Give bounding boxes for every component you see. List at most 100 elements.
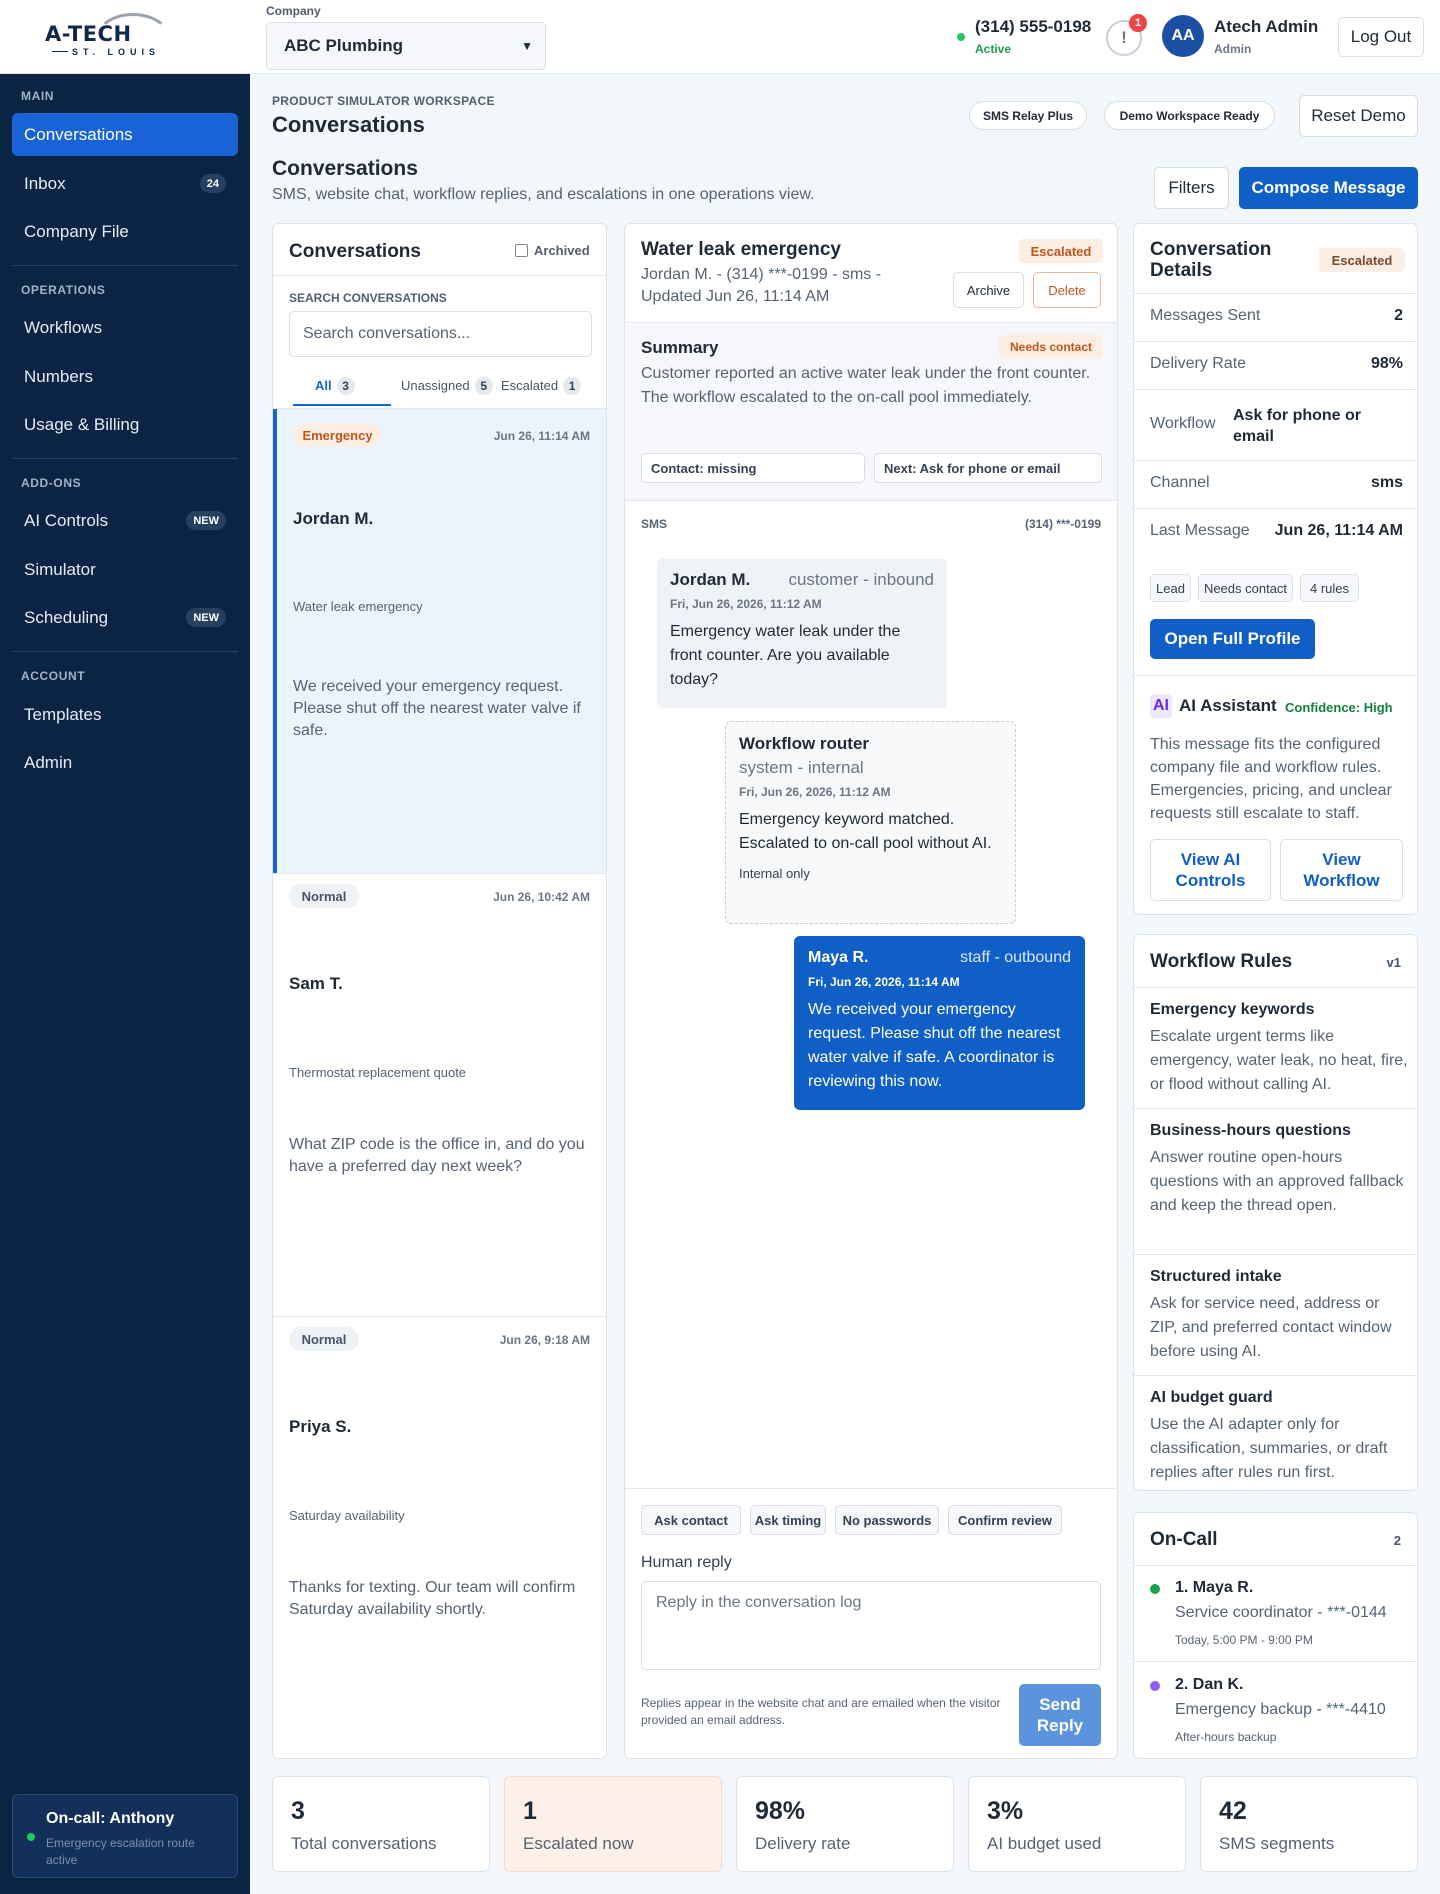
oncall-title: On-call: Anthony <box>46 1810 175 1827</box>
archive-button[interactable]: Archive <box>953 272 1024 308</box>
logout-button[interactable]: Log Out <box>1338 17 1424 57</box>
nav-section-main: MAIN <box>21 89 55 103</box>
sidebar-item-numbers[interactable]: Numbers <box>12 355 238 398</box>
logo-subtext: ST. LOUIS <box>72 47 161 57</box>
message-outbound: Maya R. staff - outbound Fri, Jun 26, 202… <box>794 936 1085 1110</box>
thread-title: Water leak emergency <box>641 239 841 260</box>
detail-row-delivery: Delivery Rate 98% <box>1134 342 1417 390</box>
details-status-badge: Escalated <box>1319 248 1405 272</box>
section-subtitle: SMS, website chat, workflow replies, and… <box>272 186 815 203</box>
stat-label: Total conversations <box>291 1834 437 1853</box>
priority-badge: Normal <box>289 884 359 908</box>
message-internal: Workflow router system - internal Fri, J… <box>725 721 1016 924</box>
delete-button[interactable]: Delete <box>1033 272 1101 308</box>
channel-label: SMS <box>641 517 668 531</box>
sidebar-item-templates[interactable]: Templates <box>12 693 238 736</box>
sidebar-item-company-file[interactable]: Company File <box>12 210 238 253</box>
list-item-preview: We received your emergency request. Plea… <box>293 678 581 739</box>
quick-reply-ask-contact[interactable]: Ask contact <box>641 1505 741 1535</box>
view-ai-controls-button[interactable]: View AI Controls <box>1150 839 1271 901</box>
message-sender: Jordan M. <box>670 570 751 589</box>
line-status-text: Active <box>975 42 1012 56</box>
demo-status-pill: Demo Workspace Ready <box>1104 101 1275 130</box>
oncall-person-time: Today, 5:00 PM - 9:00 PM <box>1175 1633 1313 1647</box>
list-item[interactable]: Normal Jun 26, 10:42 AM Sam T. Thermosta… <box>273 874 606 1316</box>
message-text: We received your emergency request. Plea… <box>808 1001 1061 1090</box>
list-item-preview: What ZIP code is the office in, and do y… <box>289 1136 585 1175</box>
message-text: Emergency water leak under the front cou… <box>670 623 901 688</box>
company-select[interactable]: ABC Plumbing ▼ <box>266 22 546 70</box>
oncall-count: 2 <box>1393 1533 1401 1548</box>
rules-title: Workflow Rules <box>1150 951 1293 972</box>
sidebar-item-workflows[interactable]: Workflows <box>12 306 238 349</box>
message-meta: system - internal <box>739 758 864 777</box>
line-phone-number: (314) 555-0198 <box>975 17 1092 36</box>
open-full-profile-button[interactable]: Open Full Profile <box>1150 619 1315 659</box>
stat-label: Escalated now <box>523 1834 634 1853</box>
quick-reply-no-passwords[interactable]: No passwords <box>835 1505 939 1535</box>
sidebar-item-ai-controls[interactable]: AI Controls NEW <box>12 499 238 542</box>
oncall-status-card: On-call: Anthony Emergency escalation ro… <box>12 1794 238 1878</box>
detail-value: 98% <box>1370 355 1403 372</box>
send-reply-button[interactable]: Send Reply <box>1019 1684 1101 1746</box>
nav-section-operations: OPERATIONS <box>21 283 106 297</box>
avatar[interactable]: AA <box>1162 15 1204 57</box>
conversation-details-panel: Conversation Details Escalated Messages … <box>1133 223 1418 915</box>
oncall-person-role: Service coordinator - ***-0144 <box>1175 1604 1387 1621</box>
details-title: Conversation Details <box>1150 239 1272 281</box>
list-item-name: Priya S. <box>289 1417 352 1436</box>
message-date: Fri, Jun 26, 2026, 11:12 AM <box>739 785 891 799</box>
reply-label: Human reply <box>641 1554 732 1571</box>
sidebar-item-conversations[interactable]: Conversations <box>12 113 238 156</box>
company-select-value: ABC Plumbing <box>284 36 403 55</box>
list-item[interactable]: Normal Jun 26, 9:18 AM Priya S. Saturday… <box>273 1317 606 1758</box>
sidebar: A-TECH ST. LOUIS MAIN Conversations Inbo… <box>0 0 250 1894</box>
nav-divider <box>12 458 238 459</box>
stat-value: 98% <box>755 1797 806 1825</box>
filters-button[interactable]: Filters <box>1154 167 1229 209</box>
oncall-person-time: After-hours backup <box>1175 1730 1277 1744</box>
sidebar-item-inbox[interactable]: Inbox 24 <box>12 162 238 205</box>
list-item-name: Jordan M. <box>293 509 374 528</box>
tab-escalated[interactable]: Escalated 1 <box>501 377 601 406</box>
tab-unassigned[interactable]: Unassigned 5 <box>391 377 501 406</box>
top-bar: Company ABC Plumbing ▼ (314) 555-0198 Act… <box>250 0 1440 74</box>
sidebar-item-simulator[interactable]: Simulator <box>12 548 238 591</box>
tag-rules: 4 rules <box>1300 574 1359 602</box>
search-input[interactable]: Search conversations... <box>289 311 592 357</box>
view-workflow-button[interactable]: View Workflow <box>1280 839 1403 901</box>
reset-demo-button[interactable]: Reset Demo <box>1299 95 1418 137</box>
stat-card-escalated: 1 Escalated now <box>504 1776 722 1872</box>
reply-textarea[interactable]: Reply in the conversation log <box>641 1581 1101 1670</box>
tab-label: Unassigned <box>401 378 470 393</box>
sidebar-item-label: AI Controls <box>24 510 109 530</box>
workspace-kicker: PRODUCT SIMULATOR WORKSPACE <box>272 94 495 108</box>
rule-description: Answer routine open-hours questions with… <box>1150 1149 1404 1214</box>
user-role: Admin <box>1214 42 1252 56</box>
sidebar-item-label: Workflows <box>24 317 103 337</box>
archived-toggle[interactable]: Archived <box>515 243 590 258</box>
sidebar-item-usage-billing[interactable]: Usage & Billing <box>12 403 238 446</box>
stat-label: SMS segments <box>1219 1834 1335 1853</box>
user-name: Atech Admin <box>1214 17 1319 36</box>
new-badge: NEW <box>186 608 226 627</box>
detail-key: Delivery Rate <box>1150 355 1247 372</box>
stat-label: Delivery rate <box>755 1834 851 1853</box>
nav-divider <box>12 651 238 652</box>
brand-logo[interactable]: A-TECH ST. LOUIS <box>0 0 250 74</box>
search-label: SEARCH CONVERSATIONS <box>289 291 447 305</box>
sidebar-item-admin[interactable]: Admin <box>12 741 238 784</box>
list-item[interactable]: Emergency Jun 26, 11:14 AM Jordan M. Wat… <box>273 409 606 873</box>
compose-message-button[interactable]: Compose Message <box>1239 167 1418 209</box>
quick-reply-confirm-review[interactable]: Confirm review <box>948 1505 1062 1535</box>
sidebar-item-label: Company File <box>24 221 129 241</box>
detail-row-workflow: Workflow Ask for phone or email <box>1134 390 1417 461</box>
message-meta: customer - inbound <box>788 570 934 589</box>
list-item-date: Jun 26, 11:14 AM <box>493 429 590 443</box>
tab-all[interactable]: All 3 <box>293 377 391 406</box>
quick-reply-ask-timing[interactable]: Ask timing <box>750 1505 826 1535</box>
section-title: Conversations <box>272 157 418 180</box>
archived-checkbox[interactable] <box>515 244 528 257</box>
ai-confidence: Confidence: High <box>1285 700 1393 715</box>
sidebar-item-scheduling[interactable]: Scheduling NEW <box>12 596 238 639</box>
